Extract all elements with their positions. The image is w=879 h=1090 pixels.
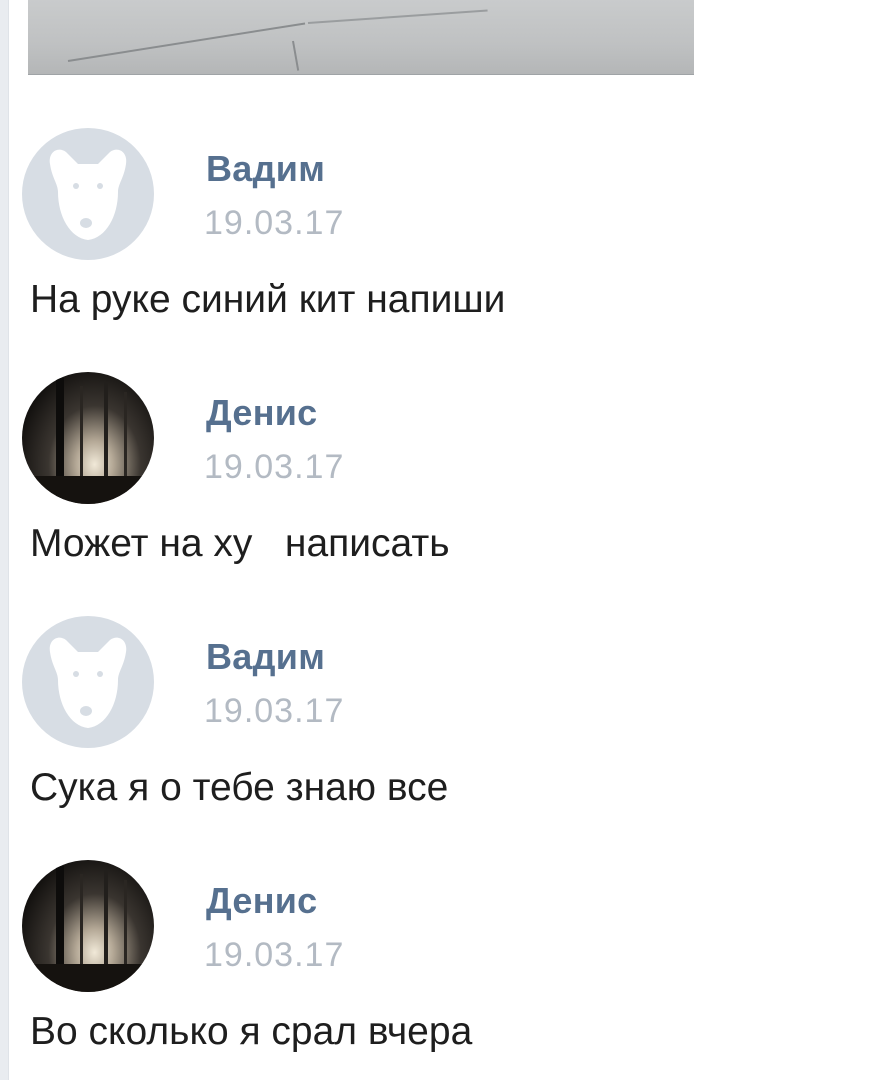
message-timestamp[interactable]: 19.03.17 bbox=[204, 936, 344, 975]
message-item: Вадим 19.03.17 На руке синий кит напиши bbox=[22, 128, 842, 358]
message-author[interactable]: Денис bbox=[206, 880, 318, 922]
user-avatar-photo[interactable] bbox=[22, 860, 154, 992]
message-author[interactable]: Вадим bbox=[206, 636, 325, 678]
message-item: Денис 19.03.17 Во сколько я срал вчера bbox=[22, 860, 842, 1090]
message-text: Во сколько я срал вчера bbox=[30, 1010, 473, 1053]
dog-placeholder-icon[interactable] bbox=[22, 616, 154, 748]
message-text: Может на ху написать bbox=[30, 522, 450, 565]
message-timestamp[interactable]: 19.03.17 bbox=[204, 204, 344, 243]
dog-placeholder-icon[interactable] bbox=[22, 128, 154, 260]
user-avatar-photo[interactable] bbox=[22, 372, 154, 504]
conversation-left-border bbox=[0, 0, 9, 1080]
message-item: Денис 19.03.17 Может на ху написать bbox=[22, 372, 842, 602]
message-timestamp[interactable]: 19.03.17 bbox=[204, 692, 344, 731]
message-text: Сука я о тебе знаю все bbox=[30, 766, 449, 809]
photo-crack-line bbox=[292, 40, 300, 71]
message-author[interactable]: Денис bbox=[206, 392, 318, 434]
photo-crack-line bbox=[307, 9, 488, 24]
message-author[interactable]: Вадим bbox=[206, 148, 325, 190]
message-item: Вадим 19.03.17 Сука я о тебе знаю все bbox=[22, 616, 842, 846]
message-timestamp[interactable]: 19.03.17 bbox=[204, 448, 344, 487]
message-text: На руке синий кит напиши bbox=[30, 278, 506, 321]
photo-attachment[interactable] bbox=[28, 0, 694, 75]
photo-crack-line bbox=[67, 22, 306, 62]
